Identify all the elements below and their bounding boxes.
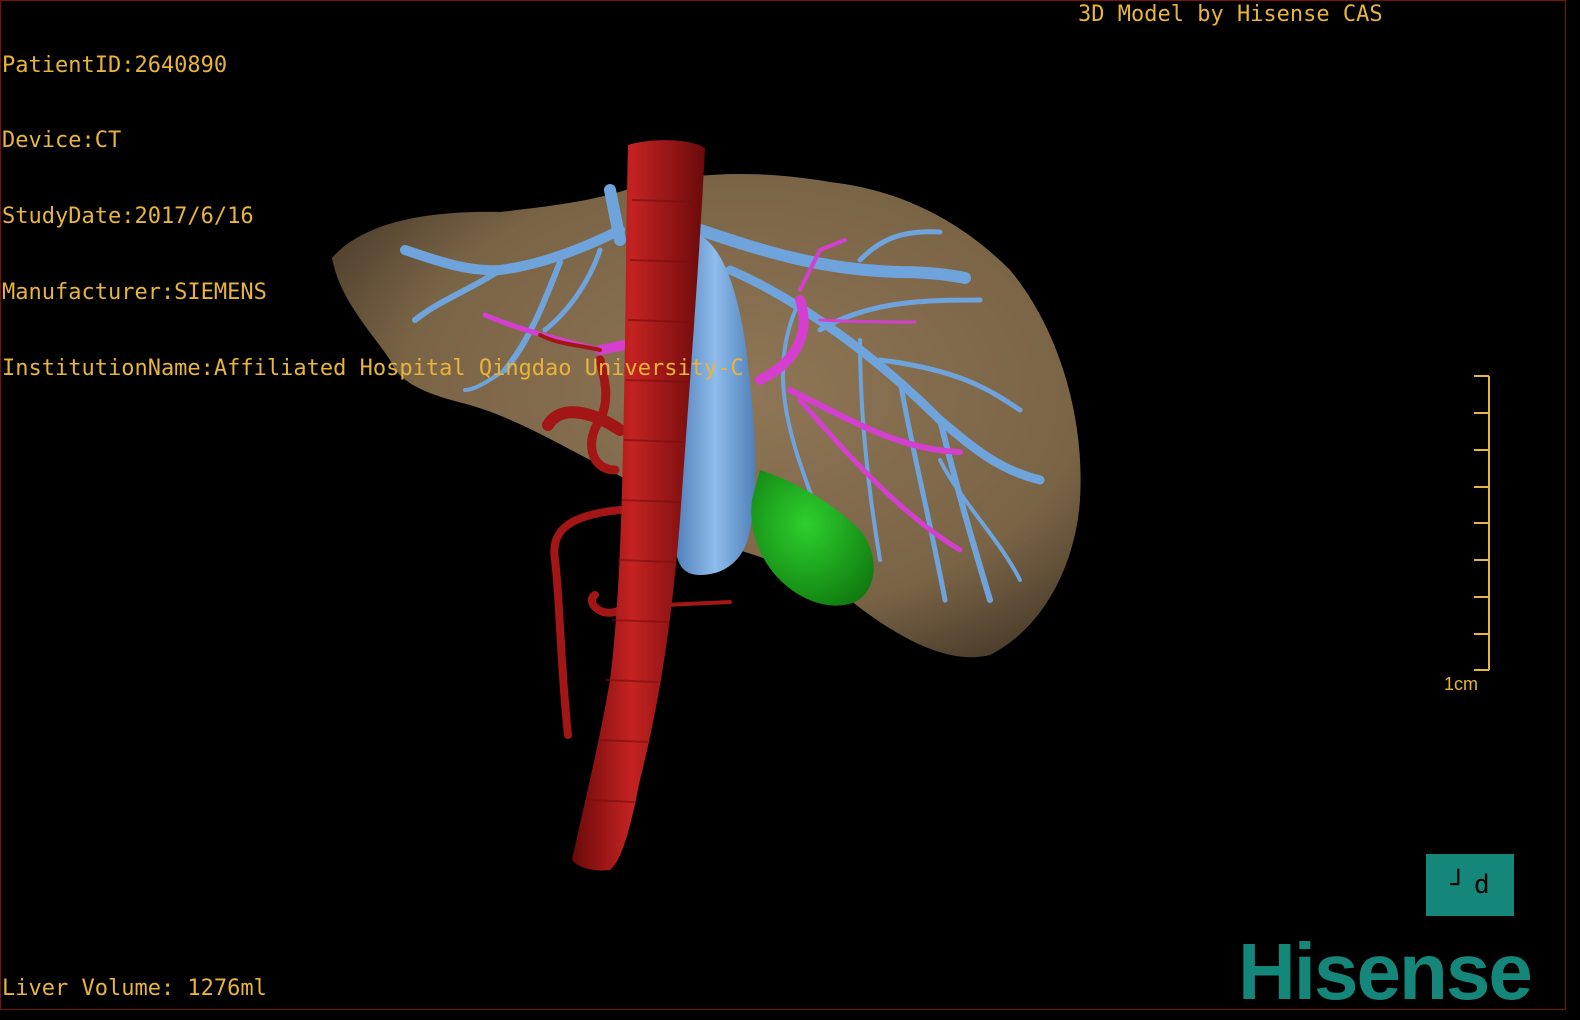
scale-bar <box>1474 375 1490 671</box>
scale-bar-label: 1cm <box>1444 674 1479 694</box>
manufacturer-text: Manufacturer:SIEMENS <box>2 280 267 306</box>
orientation-button[interactable]: ┘ d <box>1426 854 1514 916</box>
device-text: Device:CT <box>2 128 122 154</box>
study-date-text: StudyDate:2017/6/16 <box>2 204 254 230</box>
patient-info-overlay: PatientID:2640890 Device:CT StudyDate:20… <box>2 2 744 407</box>
hisense-logo: Hisense <box>1238 927 1533 1016</box>
model-credit: 3D Model by Hisense CAS <box>1078 2 1383 27</box>
liver-volume-text: Liver Volume: 1276ml <box>2 976 267 1001</box>
orientation-left-glyph: ┘ <box>1450 870 1466 900</box>
orientation-right-glyph: d <box>1474 870 1490 900</box>
patient-id-text: PatientID:2640890 <box>2 52 228 78</box>
institution-text: InstitutionName:Affiliated Hospital Qing… <box>2 356 744 382</box>
